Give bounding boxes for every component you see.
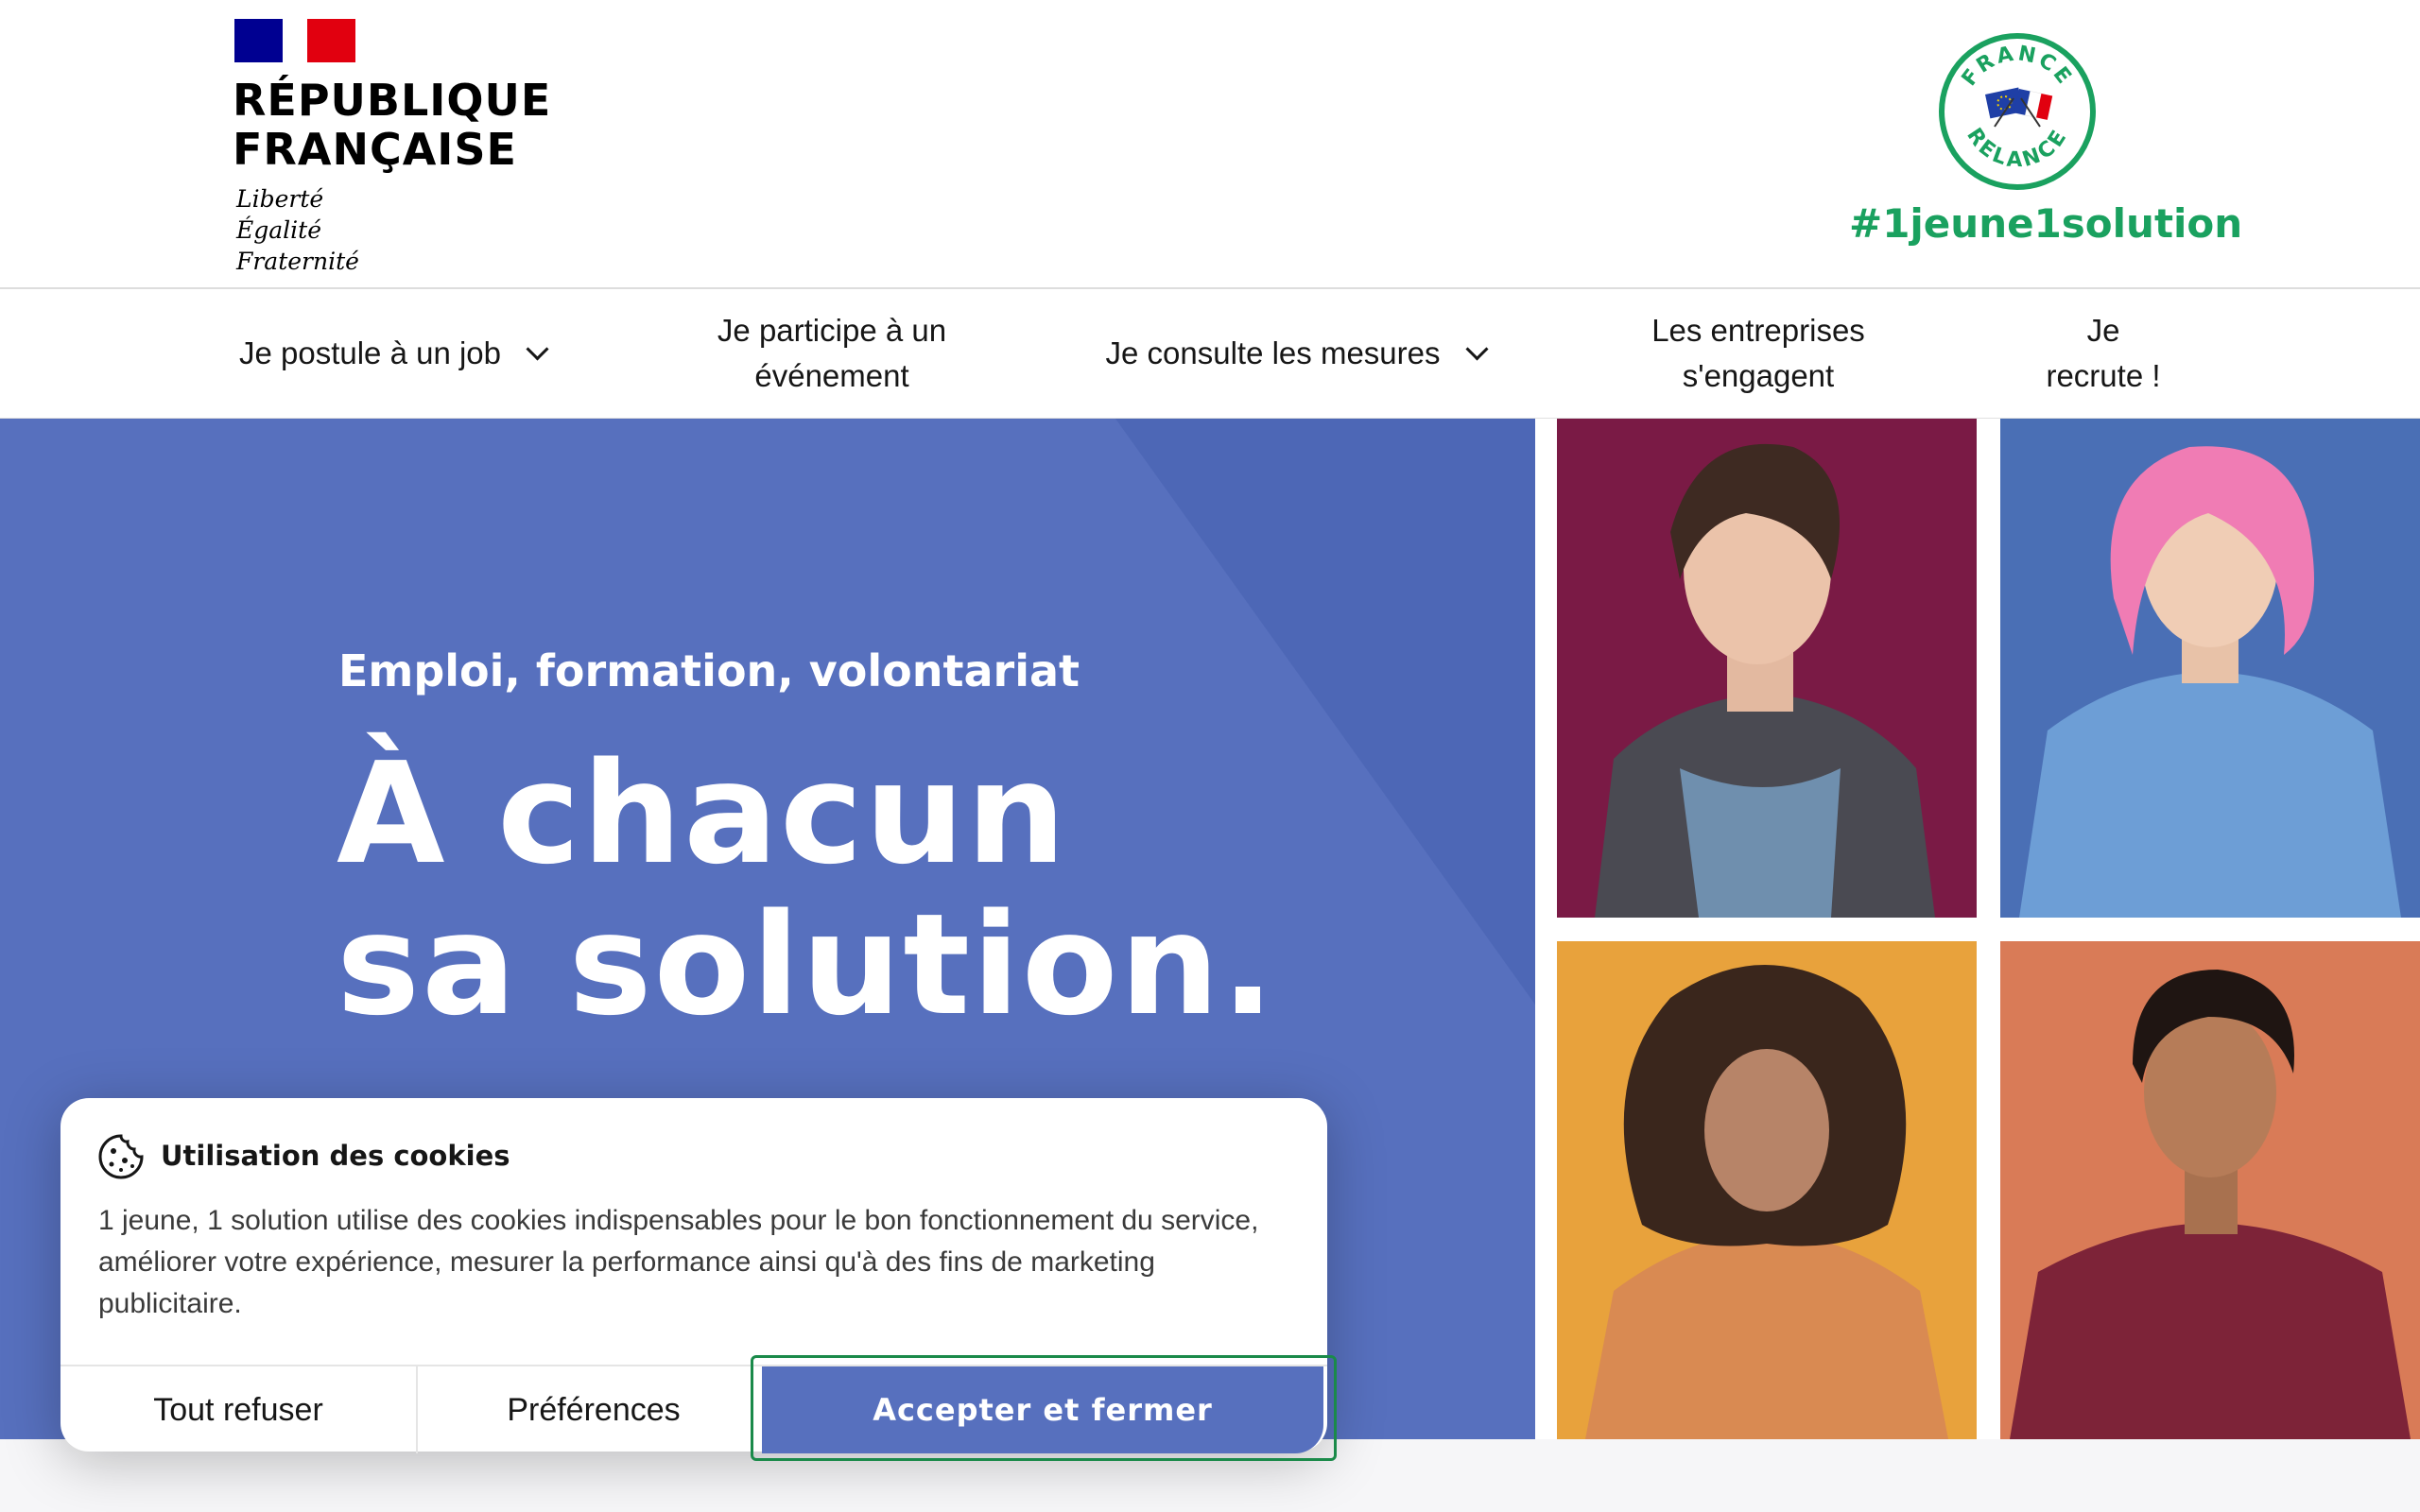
cookie-icon bbox=[98, 1134, 144, 1179]
republique-francaise-logo[interactable]: RÉPUBLIQUE FRANÇAISE bbox=[233, 76, 551, 174]
chevron-down-icon bbox=[526, 336, 549, 361]
cookie-consent-dialog: Utilisation des cookies 1 jeune, 1 solut… bbox=[60, 1098, 1337, 1461]
cookie-dialog-title: Utilisation des cookies bbox=[161, 1140, 510, 1172]
cookie-dialog-text: 1 jeune, 1 solution utilise des cookies … bbox=[98, 1205, 1259, 1319]
nav-item-mesures[interactable]: Je consulte les mesures bbox=[1087, 289, 1503, 418]
motto-egalite: Égalité bbox=[236, 216, 321, 244]
hashtag-1jeune1solution: #1jeune1solution bbox=[1849, 200, 2243, 247]
rf-title-line-2: FRANÇAISE bbox=[233, 124, 517, 175]
france-relance-logo[interactable]: FRANCE RELANCE bbox=[1938, 32, 2097, 191]
nav-item-label: Les entreprises s'engagent bbox=[1651, 313, 1865, 393]
nav-item-label: Je recrute ! bbox=[2046, 313, 2161, 393]
marianne-flag-logo[interactable] bbox=[234, 19, 355, 62]
hero-eyebrow: Emploi, formation, volontariat bbox=[338, 645, 1080, 696]
hero-photo-3 bbox=[1557, 941, 1977, 1439]
rf-title-line-1: RÉPUBLIQUE bbox=[233, 75, 552, 126]
nav-item-postule-job[interactable]: Je postule à un job bbox=[217, 289, 567, 418]
motto-liberte: Liberté bbox=[236, 185, 324, 213]
hero-title-line-1: À chacun bbox=[337, 732, 1068, 895]
main-navigation: Je postule à un job Je participe à un év… bbox=[0, 289, 2420, 419]
cookie-dialog-actions: Tout refuser Préférences Accepter et fer… bbox=[60, 1355, 1337, 1461]
hero-photo-2 bbox=[2000, 419, 2420, 918]
chevron-down-icon bbox=[1464, 336, 1489, 361]
nav-item-label: Je consulte les mesures bbox=[1105, 335, 1441, 370]
preferences-button[interactable]: Préférences bbox=[418, 1366, 769, 1453]
hero-title-line-2: sa solution. bbox=[337, 884, 1277, 1046]
nav-item-label: Je participe à un événement bbox=[717, 313, 947, 393]
republic-motto: Liberté Égalité Fraternité bbox=[236, 183, 359, 277]
motto-fraternite: Fraternité bbox=[236, 248, 359, 275]
accept-and-close-button[interactable]: Accepter et fermer bbox=[762, 1366, 1323, 1453]
hero-title: À chacun sa solution. bbox=[337, 738, 1276, 1040]
nav-item-evenement[interactable]: Je participe à un événement bbox=[681, 289, 983, 418]
refuse-all-button[interactable]: Tout refuser bbox=[60, 1366, 418, 1453]
nav-item-entreprises[interactable]: Les entreprises s'engagent bbox=[1607, 289, 1910, 418]
hero-photo-4 bbox=[2000, 941, 2420, 1439]
nav-item-recrute[interactable]: Je recrute ! bbox=[2004, 289, 2203, 418]
site-header: RÉPUBLIQUE FRANÇAISE Liberté Égalité Fra… bbox=[0, 0, 2420, 289]
nav-item-label: Je postule à un job bbox=[238, 335, 502, 370]
hero-photo-1 bbox=[1557, 419, 1977, 918]
